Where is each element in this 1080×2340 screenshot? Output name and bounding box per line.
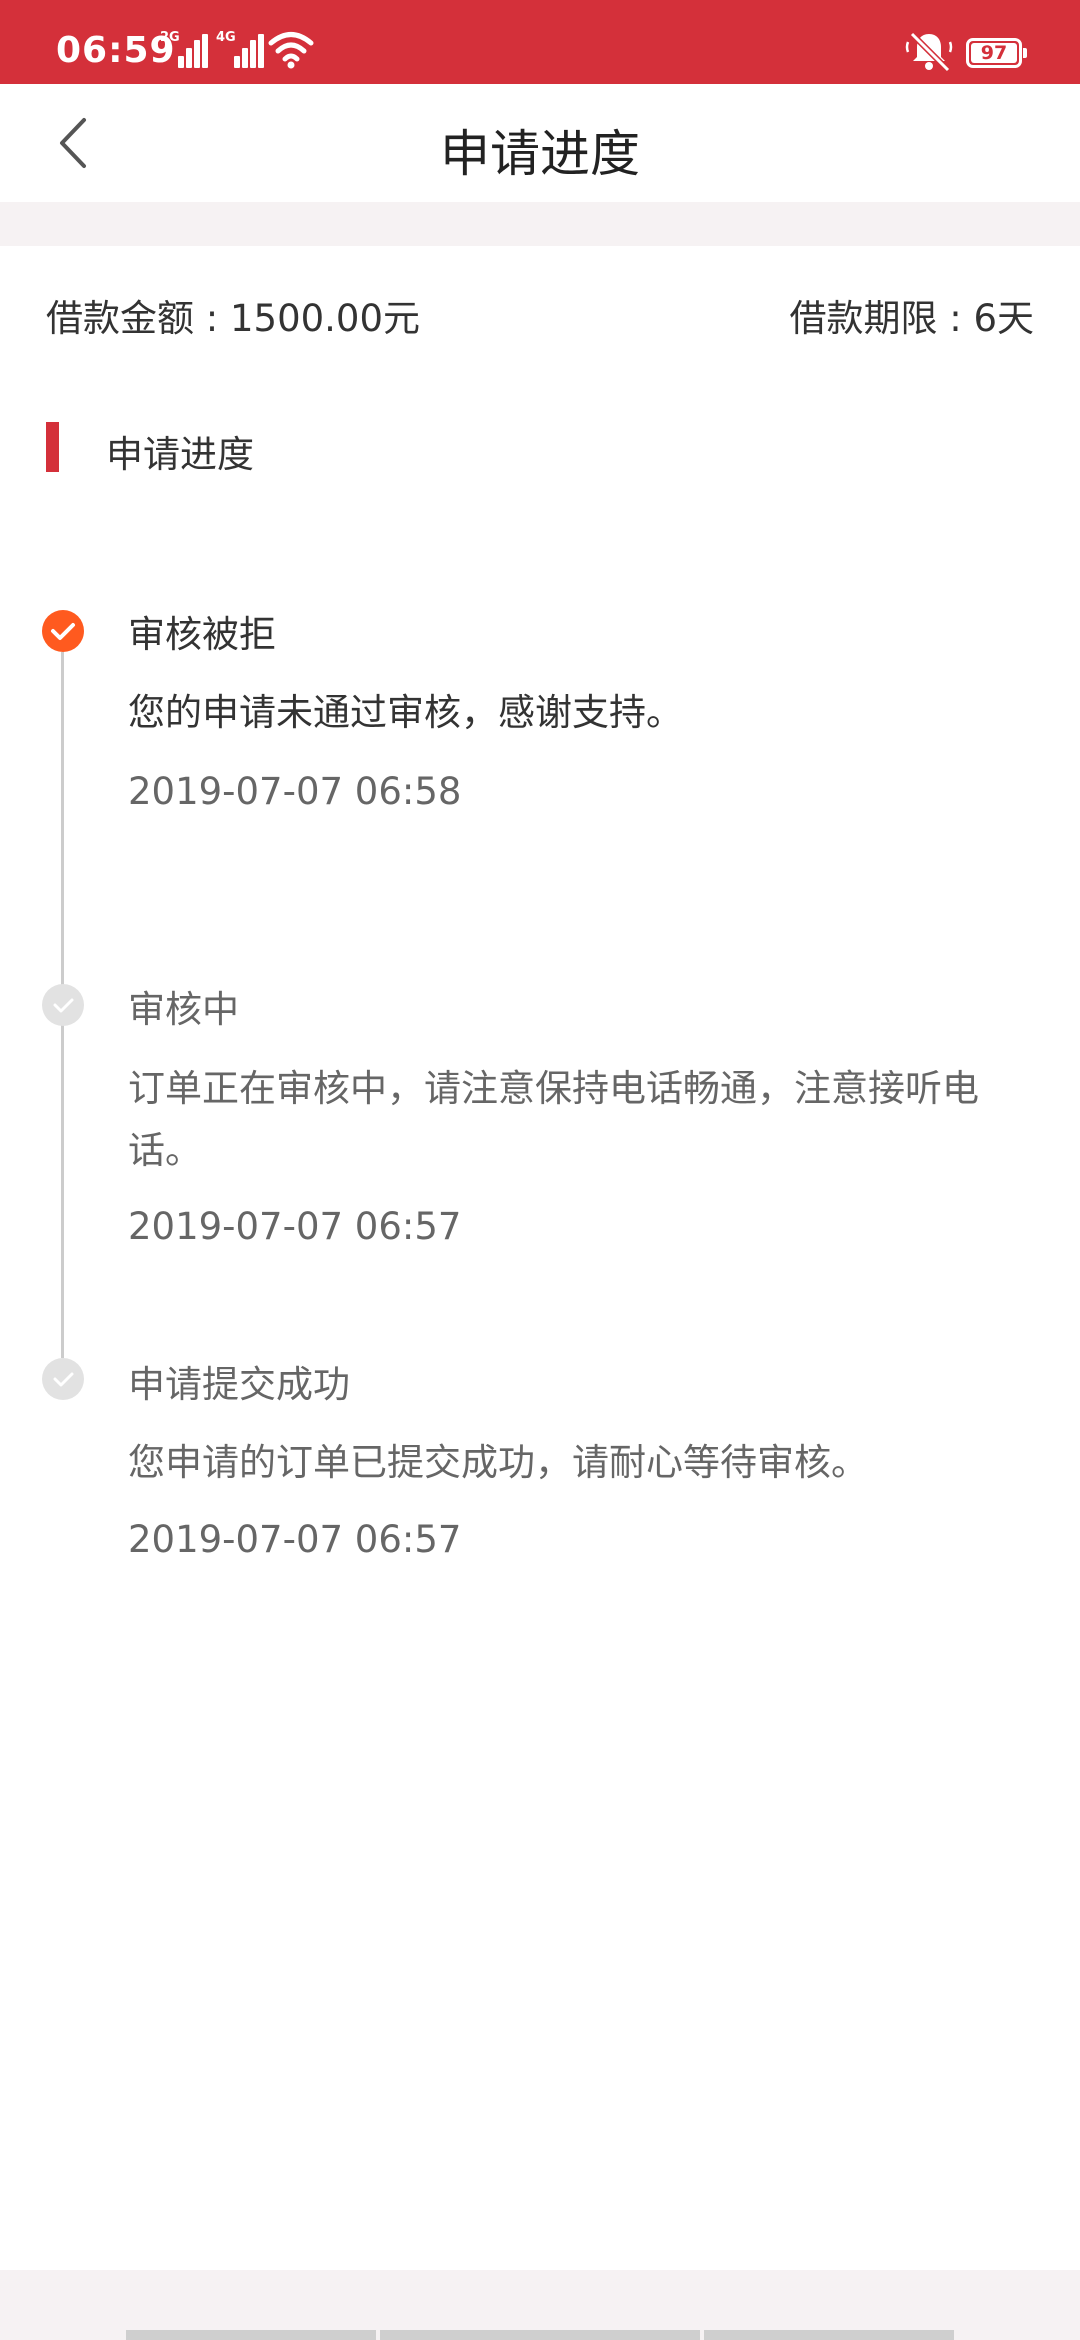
progress-timeline: 审核被拒 您的申请未通过审核，感谢支持。 2019-07-07 06:58 审核… — [0, 0, 1080, 2340]
timeline-step-time: 2019-07-07 06:58 — [128, 770, 462, 813]
bottom-tab[interactable] — [380, 2330, 700, 2340]
timeline-step-desc: 您的申请未通过审核，感谢支持。 — [128, 691, 683, 734]
check-icon — [53, 1372, 74, 1387]
timeline-step-desc: 订单正在审核中，请注意保持电话畅通，注意接听电话。 — [128, 1067, 979, 1172]
bottom-panel — [0, 2270, 1080, 2340]
check-icon — [51, 623, 75, 640]
timeline-step-time: 2019-07-07 06:57 — [128, 1205, 462, 1248]
bottom-tab[interactable] — [126, 2330, 376, 2340]
timeline-dot-active — [42, 610, 84, 652]
timeline-step-title: 申请提交成功 — [128, 1363, 350, 1406]
bottom-tab[interactable] — [704, 2330, 954, 2340]
timeline-dot-inactive — [42, 1358, 84, 1400]
timeline-dot-inactive — [42, 984, 84, 1026]
timeline-step-desc: 您申请的订单已提交成功，请耐心等待审核。 — [128, 1441, 868, 1484]
timeline-step-title: 审核被拒 — [128, 613, 276, 656]
timeline-step-title: 审核中 — [128, 988, 239, 1031]
timeline-step-time: 2019-07-07 06:57 — [128, 1518, 462, 1561]
check-icon — [53, 998, 74, 1013]
